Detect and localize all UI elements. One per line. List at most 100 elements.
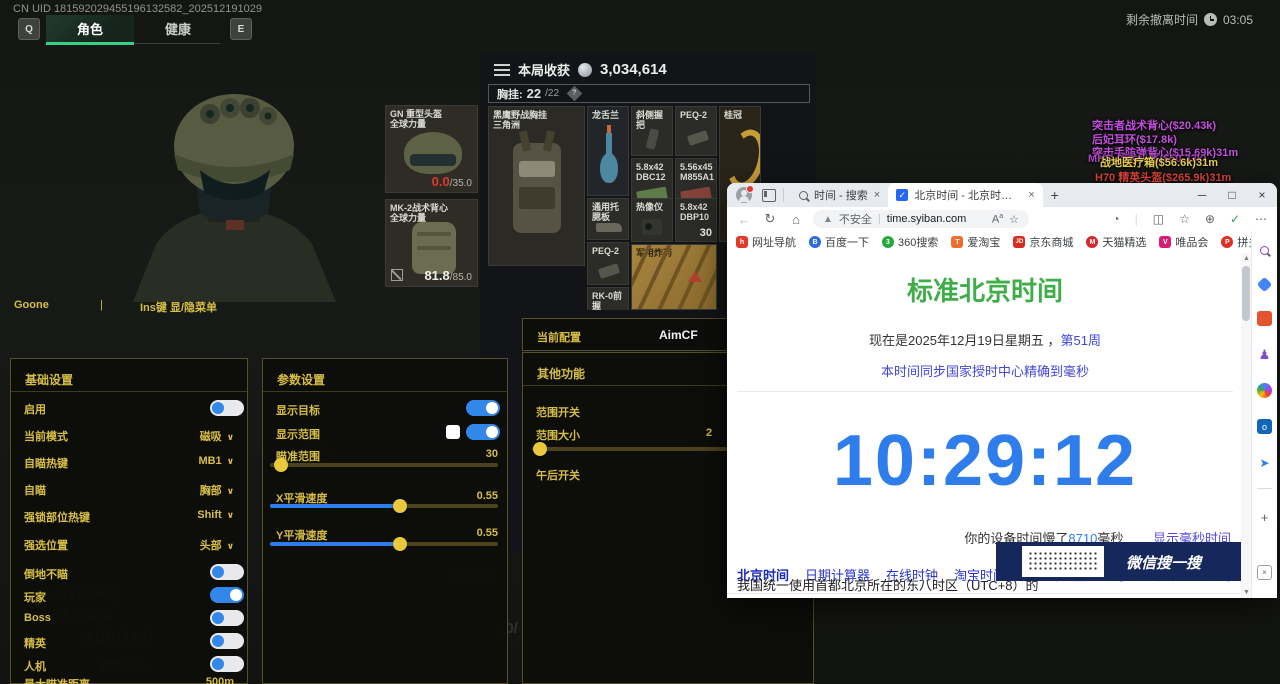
help-diamond-icon[interactable]: ? (567, 86, 583, 102)
helmet-art (404, 132, 462, 174)
minimize-button[interactable]: ─ (1187, 188, 1217, 202)
peq-art (687, 130, 709, 146)
browser-toolbar: ← ↻ ⌂ ▲ 不安全 | time.syiban.com Aa ☆ ◔ | ◫… (727, 207, 1277, 232)
collections-icon[interactable]: ⊕ (1205, 212, 1215, 226)
browser-tab-search[interactable]: 时间 - 搜索 × (791, 183, 888, 207)
home-icon[interactable]: ⌂ (783, 212, 809, 227)
split-screen-icon[interactable]: ◫ (1153, 212, 1164, 226)
item-ammo-dbp10[interactable]: 5.8x42 DBP10 30 (675, 198, 717, 242)
tab1-close-icon[interactable]: × (874, 189, 880, 201)
item-thermal-label: 热像仪 (636, 202, 669, 212)
loot-header-label: 本局收获 (518, 60, 570, 79)
boss-toggle[interactable] (210, 610, 244, 626)
lockkey-select[interactable]: Shift∨ (197, 509, 234, 521)
copilot-icon[interactable] (1257, 383, 1272, 398)
wechat-banner[interactable]: 微信搜一搜 (996, 542, 1243, 581)
bookmark-item[interactable]: V唯品会 (1159, 234, 1208, 250)
profile-avatar[interactable] (736, 187, 752, 203)
helmet-name: GN 重型头盔 (390, 109, 442, 119)
x-smooth-slider[interactable] (270, 504, 498, 508)
equip-vest-tile[interactable]: MK-2战术背心 全球力量 81.8/85.0 (385, 199, 478, 287)
helmet-durability-max: /35.0 (450, 178, 472, 189)
peq2-art (598, 263, 620, 279)
jd-icon: JD (1013, 236, 1025, 248)
tab2-close-icon[interactable]: × (1028, 189, 1034, 201)
tools-icon[interactable] (1257, 311, 1272, 326)
menu-hotkey-hint: Ins键 显/隐菜单 (140, 299, 217, 315)
bot-toggle[interactable] (210, 656, 244, 672)
item-rk0[interactable]: RK-0前握 (587, 287, 629, 310)
bookmark-item[interactable]: B百度一下 (809, 234, 869, 250)
outlook-icon[interactable]: o (1257, 419, 1272, 434)
equip-helmet-tile[interactable]: GN 重型头盔 全球力量 0.0/35.0 (385, 105, 478, 193)
y-smooth-slider[interactable] (270, 542, 498, 546)
address-bar[interactable]: ▲ 不安全 | time.syiban.com Aa ☆ (813, 210, 1029, 228)
drop-icon[interactable]: ➤ (1257, 455, 1272, 470)
sidebar-search-icon[interactable] (1257, 243, 1272, 258)
item-explosive[interactable]: 军用炸药 (631, 244, 717, 310)
sidebar-close-icon[interactable]: × (1257, 565, 1272, 580)
item-thermal[interactable]: 热像仪 (631, 198, 673, 242)
pdd-icon: P (1221, 236, 1233, 248)
tab-active-underline (46, 42, 134, 45)
aimkey-select[interactable]: MB1∨ (198, 455, 234, 467)
tab-health[interactable]: 健康 (134, 15, 222, 42)
clock-icon (1204, 13, 1217, 26)
player-toggle[interactable] (210, 587, 244, 603)
maximize-button[interactable]: □ (1217, 188, 1247, 202)
bookmark-item[interactable]: T爱淘宝 (951, 234, 1000, 250)
favorite-star-icon[interactable]: ☆ (1009, 213, 1019, 226)
read-aloud-icon[interactable]: Aa (992, 213, 1003, 226)
shopping-tag-icon[interactable] (1257, 277, 1273, 293)
downed-toggle[interactable] (210, 564, 244, 580)
item-cheekpad-label: 通用托腮板 (592, 202, 625, 223)
password-check-icon[interactable]: ✓ (1230, 212, 1240, 226)
settings-more-icon[interactable]: ⋯ (1255, 212, 1267, 226)
panel-params-title: 参数设置 (277, 371, 325, 388)
enable-toggle[interactable] (210, 400, 244, 416)
new-tab-button[interactable]: + (1051, 187, 1059, 203)
bookmark-item[interactable]: JD京东商城 (1013, 234, 1073, 250)
show-range-toggle[interactable] (466, 424, 500, 440)
bookmark-item[interactable]: h网址导航 (736, 234, 796, 250)
player-name: Goone (14, 299, 49, 311)
sync-link[interactable]: 本时间同步国家授时中心精确到毫秒 (881, 364, 1089, 379)
favorites-icon[interactable]: ☆ (1179, 212, 1190, 226)
item-tequila[interactable]: 龙舌兰 (587, 106, 629, 196)
item-peq[interactable]: PEQ-2 (675, 106, 717, 156)
row-show-target-label: 显示目标 (276, 402, 320, 418)
aim-range-slider[interactable] (270, 463, 498, 467)
show-target-toggle[interactable] (466, 400, 500, 416)
item-peq2[interactable]: PEQ-2 (587, 242, 629, 285)
tab-character[interactable]: 角色 (46, 15, 134, 42)
bookmark-item[interactable]: 3360搜索 (882, 234, 938, 250)
games-icon[interactable]: ♟ (1257, 347, 1272, 362)
week-link[interactable]: 第51周 (1060, 333, 1100, 348)
ammo1-name: DBC12 (636, 172, 666, 182)
bookmark-item[interactable]: M天猫精选 (1086, 234, 1146, 250)
browser-tab-beijing-time[interactable]: ✓ 北京时间 - 北京时间校准精确到 × (888, 183, 1042, 207)
sidebar-add-icon[interactable]: + (1257, 510, 1272, 525)
browser-essentials-icon[interactable]: ◔ (1112, 212, 1119, 226)
refresh-icon[interactable]: ↻ (757, 211, 783, 227)
ammo2-name: M855A1 (680, 172, 714, 182)
tab-actions-icon[interactable] (762, 189, 776, 202)
aim-select[interactable]: 胸部∨ (200, 482, 234, 498)
lockpos-select[interactable]: 头部∨ (200, 537, 234, 553)
elite-toggle[interactable] (210, 633, 244, 649)
tab2-title: 北京时间 - 北京时间校准精确到 (914, 187, 1022, 203)
range-color-swatch[interactable] (446, 425, 460, 439)
cheekpad-art (596, 223, 622, 232)
item-chestrig[interactable]: 黑鹰野战胸挂 三角洲 (488, 106, 585, 266)
range-size-slider[interactable] (532, 447, 728, 451)
close-button[interactable]: × (1247, 188, 1277, 202)
item-grip[interactable]: 斜侧握把 (631, 106, 673, 156)
vip-icon: V (1159, 236, 1171, 248)
scrollbar-thumb[interactable] (1242, 266, 1250, 321)
vest-art (412, 222, 456, 274)
vest-durability: 81.8 (424, 268, 449, 283)
back-icon[interactable]: ← (731, 212, 757, 227)
item-cheekpad[interactable]: 通用托腮板 (587, 198, 629, 240)
mode-select[interactable]: 磁吸∨ (200, 428, 234, 444)
search-icon (799, 191, 808, 200)
